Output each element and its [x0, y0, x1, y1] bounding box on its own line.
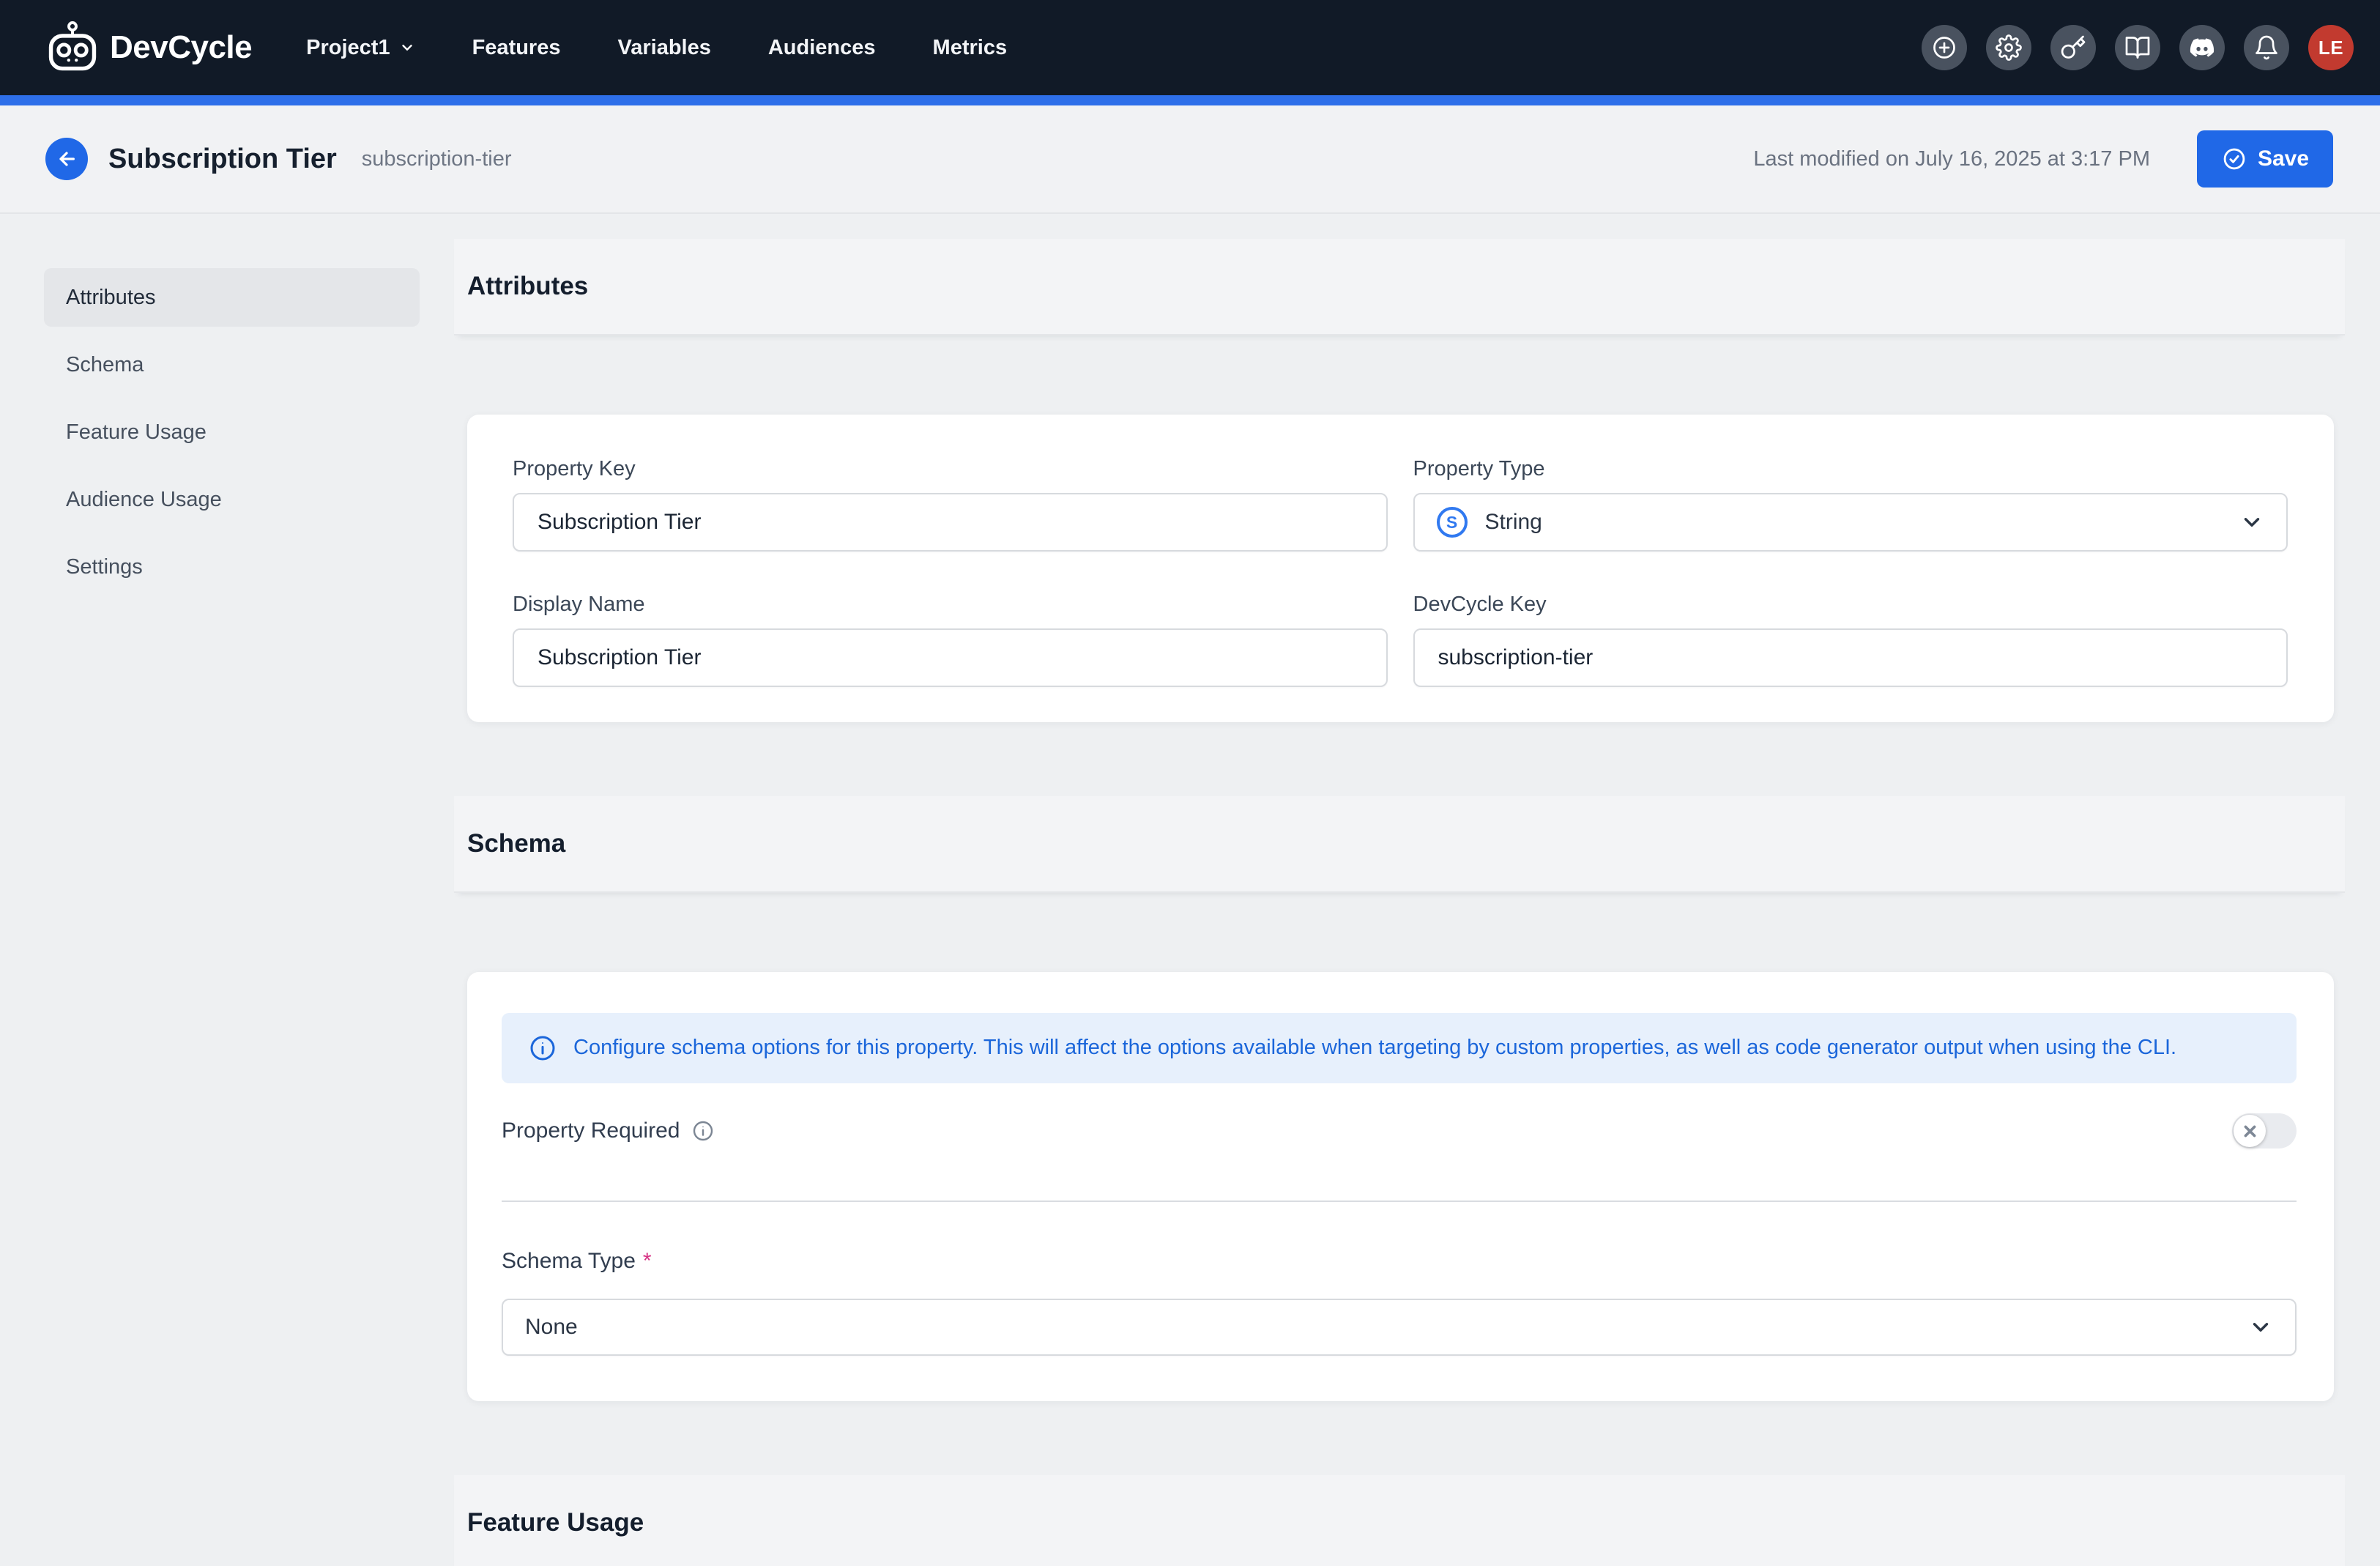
display-name-input[interactable]	[513, 628, 1388, 687]
back-button[interactable]	[45, 138, 88, 180]
schema-type-value: None	[525, 1315, 2248, 1340]
nav-item-variables[interactable]: Variables	[617, 36, 710, 60]
schema-banner-text: Configure schema options for this proper…	[573, 1034, 2176, 1062]
divider	[502, 1201, 2297, 1202]
schema-type-label: Schema Type	[502, 1249, 636, 1274]
property-type-field: Property Type S String	[1413, 457, 2288, 552]
page-header: Subscription Tier subscription-tier Last…	[0, 105, 2380, 214]
brand[interactable]: DevCycle	[44, 21, 252, 75]
property-type-value: String	[1485, 510, 2240, 535]
page-key: subscription-tier	[362, 147, 512, 171]
chevron-down-icon	[399, 40, 415, 56]
nav-items: Project1 Features Variables Audiences Me…	[306, 36, 1007, 60]
required-asterisk: *	[643, 1249, 652, 1274]
feature-usage-heading: Feature Usage	[467, 1508, 644, 1537]
property-key-label: Property Key	[513, 457, 1388, 481]
top-navigation: DevCycle Project1 Features Variables Aud…	[0, 0, 2380, 95]
main-panel: Attributes Property Key Property Type S …	[454, 214, 2345, 1566]
sidebar-item-attributes[interactable]: Attributes	[44, 268, 420, 327]
attributes-card: Property Key Property Type S String Disp…	[467, 415, 2334, 722]
nav-right-actions: LE	[1922, 25, 2354, 70]
page-title: Subscription Tier	[108, 144, 337, 175]
string-type-icon: S	[1437, 507, 1468, 538]
add-button[interactable]	[1922, 25, 1967, 70]
property-required-toggle[interactable]	[2232, 1113, 2297, 1148]
save-button-label: Save	[2258, 146, 2309, 171]
schema-card: Configure schema options for this proper…	[467, 972, 2334, 1401]
sidebar-item-settings[interactable]: Settings	[44, 538, 420, 596]
devcycle-key-label: DevCycle Key	[1413, 593, 2288, 617]
sidebar-item-schema[interactable]: Schema	[44, 335, 420, 394]
schema-type-select[interactable]: None	[502, 1299, 2297, 1356]
nav-item-metrics[interactable]: Metrics	[933, 36, 1008, 60]
info-icon[interactable]	[691, 1119, 715, 1143]
key-icon	[2060, 34, 2086, 61]
toggle-knob	[2234, 1115, 2266, 1147]
property-key-input[interactable]	[513, 493, 1388, 552]
nav-project-label: Project1	[306, 36, 390, 60]
last-modified-text: Last modified on July 16, 2025 at 3:17 P…	[1753, 147, 2150, 171]
book-icon	[2124, 34, 2151, 61]
check-circle-icon	[2221, 146, 2247, 172]
sidebar-item-feature-usage[interactable]: Feature Usage	[44, 403, 420, 461]
chevron-down-icon	[2239, 510, 2264, 535]
schema-type-label-group: Schema Type *	[502, 1249, 2297, 1274]
arrow-left-icon	[55, 147, 78, 171]
sidebar-item-audience-usage[interactable]: Audience Usage	[44, 470, 420, 529]
schema-heading: Schema	[467, 829, 565, 858]
property-required-row: Property Required	[502, 1105, 2297, 1157]
section-heading-schema: Schema	[454, 796, 2345, 893]
api-keys-button[interactable]	[2050, 25, 2096, 70]
devcycle-key-field: DevCycle Key	[1413, 593, 2288, 687]
property-type-label: Property Type	[1413, 457, 2288, 481]
add-icon	[1931, 34, 1957, 61]
property-required-label: Property Required	[502, 1118, 680, 1143]
section-heading-attributes: Attributes	[454, 239, 2345, 335]
content-area: Attributes Schema Feature Usage Audience…	[0, 214, 2380, 1566]
property-type-select[interactable]: S String	[1413, 493, 2288, 552]
chevron-down-icon	[2248, 1315, 2273, 1340]
brand-name: DevCycle	[110, 29, 252, 66]
nav-item-features[interactable]: Features	[472, 36, 561, 60]
settings-button[interactable]	[1986, 25, 2031, 70]
gear-icon	[1996, 34, 2022, 61]
accent-bar	[0, 95, 2380, 105]
display-name-field: Display Name	[513, 593, 1388, 687]
attributes-heading: Attributes	[467, 272, 588, 301]
docs-button[interactable]	[2115, 25, 2160, 70]
devcycle-key-input[interactable]	[1413, 628, 2288, 687]
info-icon	[528, 1034, 557, 1063]
section-heading-feature-usage: Feature Usage	[454, 1475, 2345, 1566]
save-button[interactable]: Save	[2197, 130, 2333, 188]
property-required-label-group: Property Required	[502, 1118, 715, 1143]
discord-icon	[2188, 34, 2216, 62]
notifications-button[interactable]	[2244, 25, 2289, 70]
sidebar: Attributes Schema Feature Usage Audience…	[44, 268, 420, 605]
discord-button[interactable]	[2179, 25, 2225, 70]
property-key-field: Property Key	[513, 457, 1388, 552]
schema-info-banner: Configure schema options for this proper…	[502, 1013, 2297, 1083]
display-name-label: Display Name	[513, 593, 1388, 617]
bell-icon	[2253, 34, 2280, 61]
nav-item-audiences[interactable]: Audiences	[768, 36, 876, 60]
devcycle-logo-icon	[44, 21, 101, 75]
user-avatar[interactable]: LE	[2308, 25, 2354, 70]
nav-project-selector[interactable]: Project1	[306, 36, 414, 60]
x-icon	[2244, 1125, 2256, 1138]
